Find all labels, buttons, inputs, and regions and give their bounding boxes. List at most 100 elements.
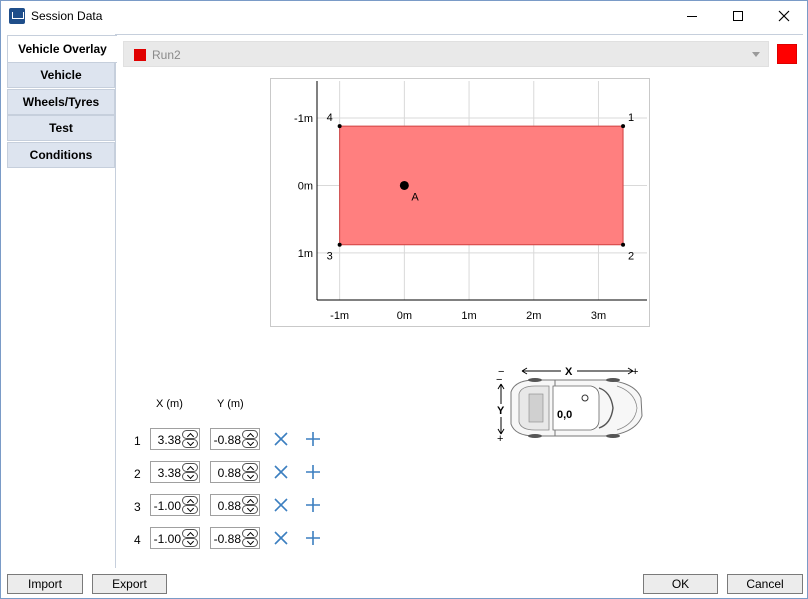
y-value-input[interactable]: -0.88 <box>210 428 260 450</box>
session-data-window: Session Data Vehicle Overlay Vehicle Whe… <box>0 0 808 599</box>
row-number: 1 <box>134 434 141 448</box>
x-tick-label: 3m <box>591 310 606 322</box>
chevron-down-icon <box>246 537 254 545</box>
tab-label: Vehicle Overlay <box>18 42 107 56</box>
run-select-value: Run2 <box>152 48 181 62</box>
row-number: 2 <box>134 467 141 481</box>
run-select-dropdown[interactable]: Run2 <box>123 41 769 67</box>
x-value: -1.00 <box>153 532 181 546</box>
x-value-input[interactable]: 3.38 <box>150 428 200 450</box>
minimize-icon <box>687 15 697 17</box>
add-row-plus-icon[interactable] <box>305 464 321 480</box>
tab-wheels-tyres[interactable]: Wheels/Tyres <box>7 89 115 115</box>
x-column-header: X (m) <box>156 398 183 410</box>
minimize-button[interactable] <box>669 1 715 31</box>
chevron-down-icon <box>186 504 194 512</box>
y-value: 0.88 <box>217 499 241 513</box>
car-top-view-icon <box>510 378 643 438</box>
y-spinner <box>242 496 258 514</box>
ok-button[interactable]: OK <box>643 574 718 594</box>
delete-row-x-icon[interactable] <box>273 431 289 447</box>
anchor-point <box>399 180 409 190</box>
chevron-down-icon <box>186 438 194 446</box>
origin-label: 0,0 <box>557 409 572 421</box>
delete-row-x-icon[interactable] <box>273 530 289 546</box>
x-spinner <box>182 529 198 547</box>
tab-conditions[interactable]: Conditions <box>7 142 115 168</box>
overlay-color-picker[interactable] <box>777 44 797 64</box>
vertex-point <box>621 124 626 129</box>
x-value: -1.00 <box>153 499 181 513</box>
x-decrement-button[interactable] <box>182 537 198 547</box>
x-spinner <box>182 430 198 448</box>
x-value-input[interactable]: -1.00 <box>150 494 200 516</box>
x-tick-label: 2m <box>526 310 541 322</box>
chevron-down-icon <box>752 52 760 57</box>
tab-vehicle[interactable]: Vehicle <box>7 62 115 88</box>
tab-label: Wheels/Tyres <box>22 95 100 109</box>
x-value: 3.38 <box>157 433 181 447</box>
tab-vehicle-overlay[interactable]: Vehicle Overlay <box>7 35 117 63</box>
x-decrement-button[interactable] <box>182 471 198 481</box>
y-column-header: Y (m) <box>217 398 244 410</box>
vehicle-overlay-chart: -1m 0m 1m 2m 3m -1m 0m 1m 1 2 3 4 A <box>270 78 650 327</box>
title-bar: Session Data <box>1 1 807 31</box>
y-spinner <box>242 430 258 448</box>
x-tick-label: 0m <box>397 310 412 322</box>
y-decrement-button[interactable] <box>242 438 258 448</box>
y-value-input[interactable]: 0.88 <box>210 494 260 516</box>
delete-row-x-icon[interactable] <box>273 497 289 513</box>
vertex-label: 1 <box>628 112 634 124</box>
maximize-button[interactable] <box>715 1 761 31</box>
car-axis-diagram: − X + − Y + 0,0 <box>495 364 645 445</box>
add-row-plus-icon[interactable] <box>305 431 321 447</box>
run-color-swatch <box>134 49 146 61</box>
tab-test[interactable]: Test <box>7 115 115 141</box>
x-value-input[interactable]: -1.00 <box>150 527 200 549</box>
x-tick-label: 1m <box>461 310 476 322</box>
delete-row-x-icon[interactable] <box>273 464 289 480</box>
chart-svg: -1m 0m 1m 2m 3m -1m 0m 1m 1 2 3 4 A <box>294 81 647 322</box>
export-button[interactable]: Export <box>92 574 167 594</box>
vertex-point <box>337 124 342 129</box>
close-button[interactable] <box>761 1 807 31</box>
x-decrement-button[interactable] <box>182 438 198 448</box>
add-row-plus-icon[interactable] <box>305 530 321 546</box>
car-diagram-svg: − X + − Y + 0,0 <box>496 365 643 445</box>
y-decrement-button[interactable] <box>242 537 258 547</box>
vehicle-overlay-rect <box>339 125 624 246</box>
x-spinner <box>182 463 198 481</box>
vertex-label: 2 <box>628 251 634 263</box>
add-row-plus-icon[interactable] <box>305 497 321 513</box>
y-value-input[interactable]: 0.88 <box>210 461 260 483</box>
chevron-down-icon <box>186 471 194 479</box>
import-button[interactable]: Import <box>7 574 83 594</box>
y-value-input[interactable]: -0.88 <box>210 527 260 549</box>
y-decrement-button[interactable] <box>242 471 258 481</box>
row-number: 4 <box>134 533 141 547</box>
window-title: Session Data <box>31 9 103 23</box>
close-icon <box>778 10 790 22</box>
row-number: 3 <box>134 500 141 514</box>
cancel-button[interactable]: Cancel <box>727 574 803 594</box>
y-decrement-button[interactable] <box>242 504 258 514</box>
x-value: 3.38 <box>157 466 181 480</box>
anchor-label: A <box>411 191 419 203</box>
vertex-label: 3 <box>327 251 333 263</box>
vertex-label: 4 <box>327 112 333 124</box>
y-spinner <box>242 463 258 481</box>
x-value-input[interactable]: 3.38 <box>150 461 200 483</box>
tab-label: Conditions <box>29 148 93 162</box>
x-spinner <box>182 496 198 514</box>
chevron-down-icon <box>246 438 254 446</box>
x-tick-label: -1m <box>330 310 349 322</box>
y-spinner <box>242 529 258 547</box>
chevron-down-icon <box>186 537 194 545</box>
y-value: -0.88 <box>213 532 241 546</box>
chevron-down-icon <box>246 504 254 512</box>
tab-label: Test <box>49 121 73 135</box>
tab-label: Vehicle <box>40 68 82 82</box>
y-tick-label: -1m <box>294 113 313 125</box>
x-decrement-button[interactable] <box>182 504 198 514</box>
vertex-point <box>621 242 626 247</box>
